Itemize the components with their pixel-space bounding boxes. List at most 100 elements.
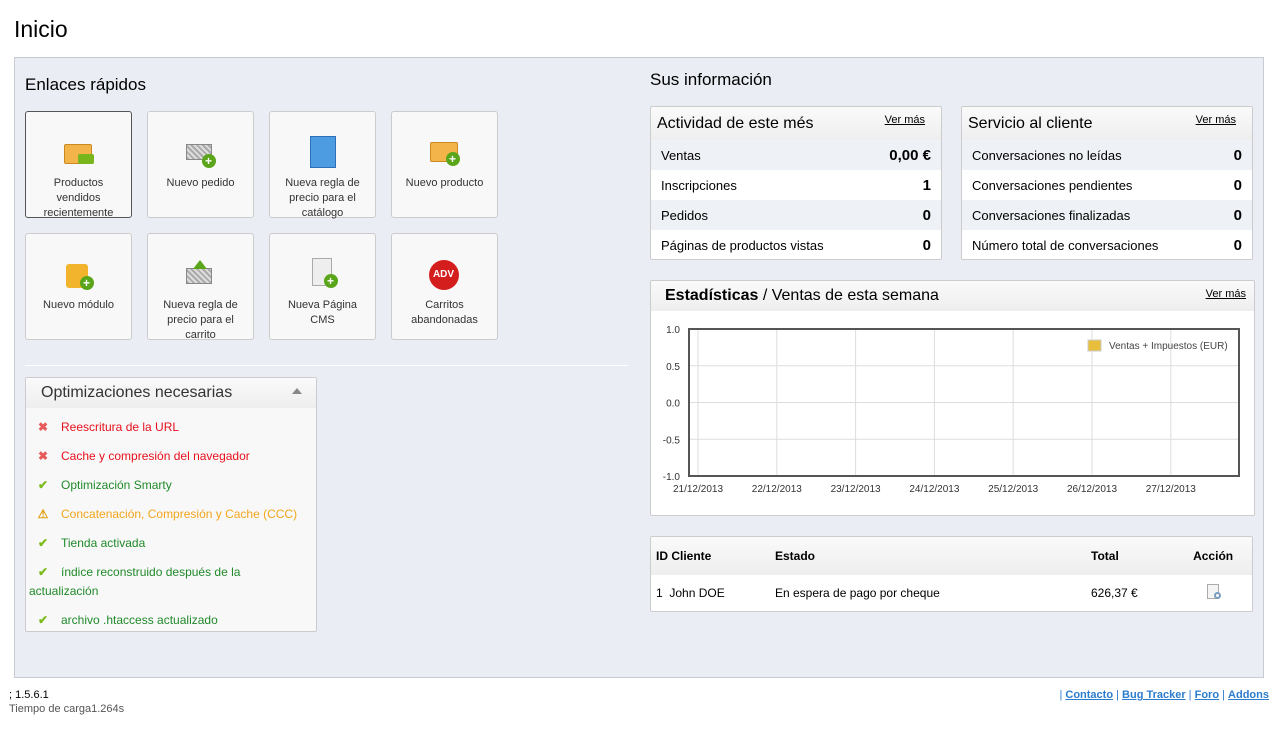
load-time: Tiempo de carga1.264s (9, 703, 125, 715)
quick-link-tile[interactable]: ADV Carritos abandonadas (391, 233, 498, 340)
optimization-label: archivo .htaccess actualizado (61, 613, 218, 627)
quick-links-title: Enlaces rápidos (25, 75, 146, 94)
footer-link-foro[interactable]: Foro (1195, 689, 1219, 701)
activity-more-link[interactable]: Ver más (885, 114, 925, 126)
optimizations-title: Optimizaciones necesarias (41, 384, 233, 401)
quick-link-label: Nuevo pedido (166, 177, 235, 189)
stat-row: Páginas de productos vistas 0 (651, 230, 941, 259)
service-more-link[interactable]: Ver más (1196, 114, 1236, 126)
stat-row: Conversaciones pendientes 0 (962, 170, 1252, 200)
stats-box: Estadísticas / Ventas de esta semana Ver … (650, 280, 1255, 516)
stat-label: Pedidos (661, 207, 708, 223)
order-total: 626,37 € (1091, 586, 1138, 600)
optimization-label: Tienda activada (61, 536, 146, 550)
optimization-label: Cache y compresión del navegador (61, 449, 250, 463)
quick-link-tile[interactable]: Productos vendidos recientemente (25, 111, 132, 219)
box-add-icon: + (428, 136, 462, 170)
order-status: En espera de pago por cheque (775, 586, 940, 600)
quick-link-tile[interactable]: Nueva regla de precio para el carrito (147, 233, 254, 341)
orders-table-box: ID Cliente Estado Total Acción 1 John DO… (650, 536, 1253, 612)
optimization-label: índice reconstruido después de la actual… (29, 565, 241, 598)
optimization-label: Optimización Smarty (61, 478, 172, 492)
version: ; 1.5.6.1 (9, 689, 49, 701)
stat-value: 0 (922, 236, 931, 254)
optimization-item[interactable]: ✖ Cache y compresión del navegador (26, 447, 316, 466)
x-tick-label: 21/12/2013 (673, 484, 723, 495)
optimization-item[interactable]: ✔ Optimización Smarty (26, 476, 316, 495)
y-tick-label: -0.5 (663, 435, 681, 446)
optimization-item[interactable]: ✔ archivo .htaccess actualizado (26, 611, 316, 630)
stats-title-bold: Estadísticas (665, 287, 759, 304)
orders-table: ID Cliente Estado Total Acción 1 John DO… (651, 537, 1252, 611)
page-add-icon: + (306, 258, 340, 292)
footer-link-bug-tracker[interactable]: Bug Tracker (1122, 689, 1186, 701)
optimization-item[interactable]: ✔ Tienda activada (26, 534, 316, 553)
stat-row: Conversaciones finalizadas 0 (962, 200, 1252, 230)
cart-up-icon (184, 258, 218, 292)
footer-link-contacto[interactable]: Contacto (1065, 689, 1113, 701)
quick-link-tile[interactable]: + Nuevo pedido (147, 111, 254, 218)
stat-label: Páginas de productos vistas (661, 237, 824, 253)
stat-label: Conversaciones finalizadas (972, 207, 1131, 223)
sales-chart: 1.0 0.5 0.0 -0.5 -1.021/12/2013 22/12/2013 23/… (663, 325, 1240, 495)
stat-row: Número total de conversaciones 0 (962, 230, 1252, 259)
quick-link-tile[interactable]: + Nueva Página CMS (269, 233, 376, 340)
collapse-icon[interactable] (292, 388, 302, 394)
stat-row: Ventas 0,00 € (651, 140, 941, 170)
quick-link-label: Nuevo módulo (43, 299, 114, 311)
table-row[interactable]: 1 John DOE En espera de pago por cheque … (651, 575, 1252, 611)
y-tick-label: 0.0 (666, 399, 680, 410)
check-icon: ✔ (37, 478, 49, 492)
quick-link-tile[interactable]: + Nuevo módulo (25, 233, 132, 340)
footer-link-addons[interactable]: Addons (1228, 689, 1269, 701)
activity-box: Actividad de este més Ver más Ventas 0,00 … (650, 106, 942, 260)
stat-label: Ventas (661, 147, 701, 163)
stat-value: 0 (1233, 236, 1242, 254)
optimization-item[interactable]: ✖ Reescritura de la URL (26, 418, 316, 437)
stat-label: Conversaciones no leídas (972, 147, 1122, 163)
stat-value: 0,00 € (889, 146, 931, 164)
x-tick-label: 26/12/2013 (1067, 484, 1117, 495)
col-estado: Estado (770, 537, 1086, 575)
book-icon (306, 136, 340, 170)
order-customer: John DOE (669, 586, 725, 600)
col-accion: Acción (1174, 537, 1252, 575)
service-title: Servicio al cliente (968, 115, 1093, 132)
check-icon: ✔ (37, 613, 49, 627)
cross-icon: ✖ (37, 420, 49, 434)
x-tick-label: 25/12/2013 (988, 484, 1038, 495)
stat-value: 0 (922, 206, 931, 224)
col-id-cliente: ID Cliente (651, 537, 770, 575)
service-box: Servicio al cliente Ver más Conversacione… (961, 106, 1253, 260)
y-tick-label: 1.0 (666, 325, 680, 336)
footer-links: | Contacto | Bug Tracker | Foro | Addons (1059, 689, 1269, 701)
quick-link-tile[interactable]: Nueva regla de precio para el catálogo (269, 111, 376, 219)
check-icon: ✔ (37, 536, 49, 550)
optimization-item[interactable]: ⚠ Concatenación, Compresión y Cache (CCC) (26, 505, 316, 524)
view-icon[interactable] (1207, 584, 1222, 599)
page-title: Inicio (14, 16, 68, 42)
cross-icon: ✖ (37, 449, 49, 463)
stats-more-link[interactable]: Ver más (1206, 288, 1246, 300)
adv-badge-icon: ADV (428, 258, 462, 292)
optimization-label: Reescritura de la URL (61, 420, 180, 434)
legend-swatch (1087, 339, 1102, 352)
stat-label: Inscripciones (661, 177, 737, 193)
stat-row: Pedidos 0 (651, 200, 941, 230)
quick-link-label: Productos vendidos recientemente (43, 177, 114, 219)
y-tick-label: 0.5 (666, 362, 680, 373)
legend-label: Ventas + Impuestos (EUR) (1109, 341, 1228, 352)
y-tick-label: -1.0 (663, 472, 681, 483)
check-icon: ✔ (37, 565, 49, 579)
quick-link-label: Carritos abandonadas (411, 299, 478, 326)
stats-title-rest: / Ventas de esta semana (758, 287, 939, 304)
stat-value: 0 (1233, 206, 1242, 224)
stat-value: 1 (922, 176, 931, 194)
quick-link-label: Nueva regla de precio para el catálogo (285, 177, 360, 219)
optimization-item[interactable]: ✔ índice reconstruido después de la actua… (26, 563, 316, 601)
quick-link-tile[interactable]: + Nuevo producto (391, 111, 498, 218)
quick-link-label: Nueva regla de precio para el carrito (163, 299, 238, 341)
x-tick-label: 24/12/2013 (909, 484, 959, 495)
optimizations-header[interactable]: Optimizaciones necesarias (26, 378, 316, 408)
puzzle-add-icon: + (62, 258, 96, 292)
